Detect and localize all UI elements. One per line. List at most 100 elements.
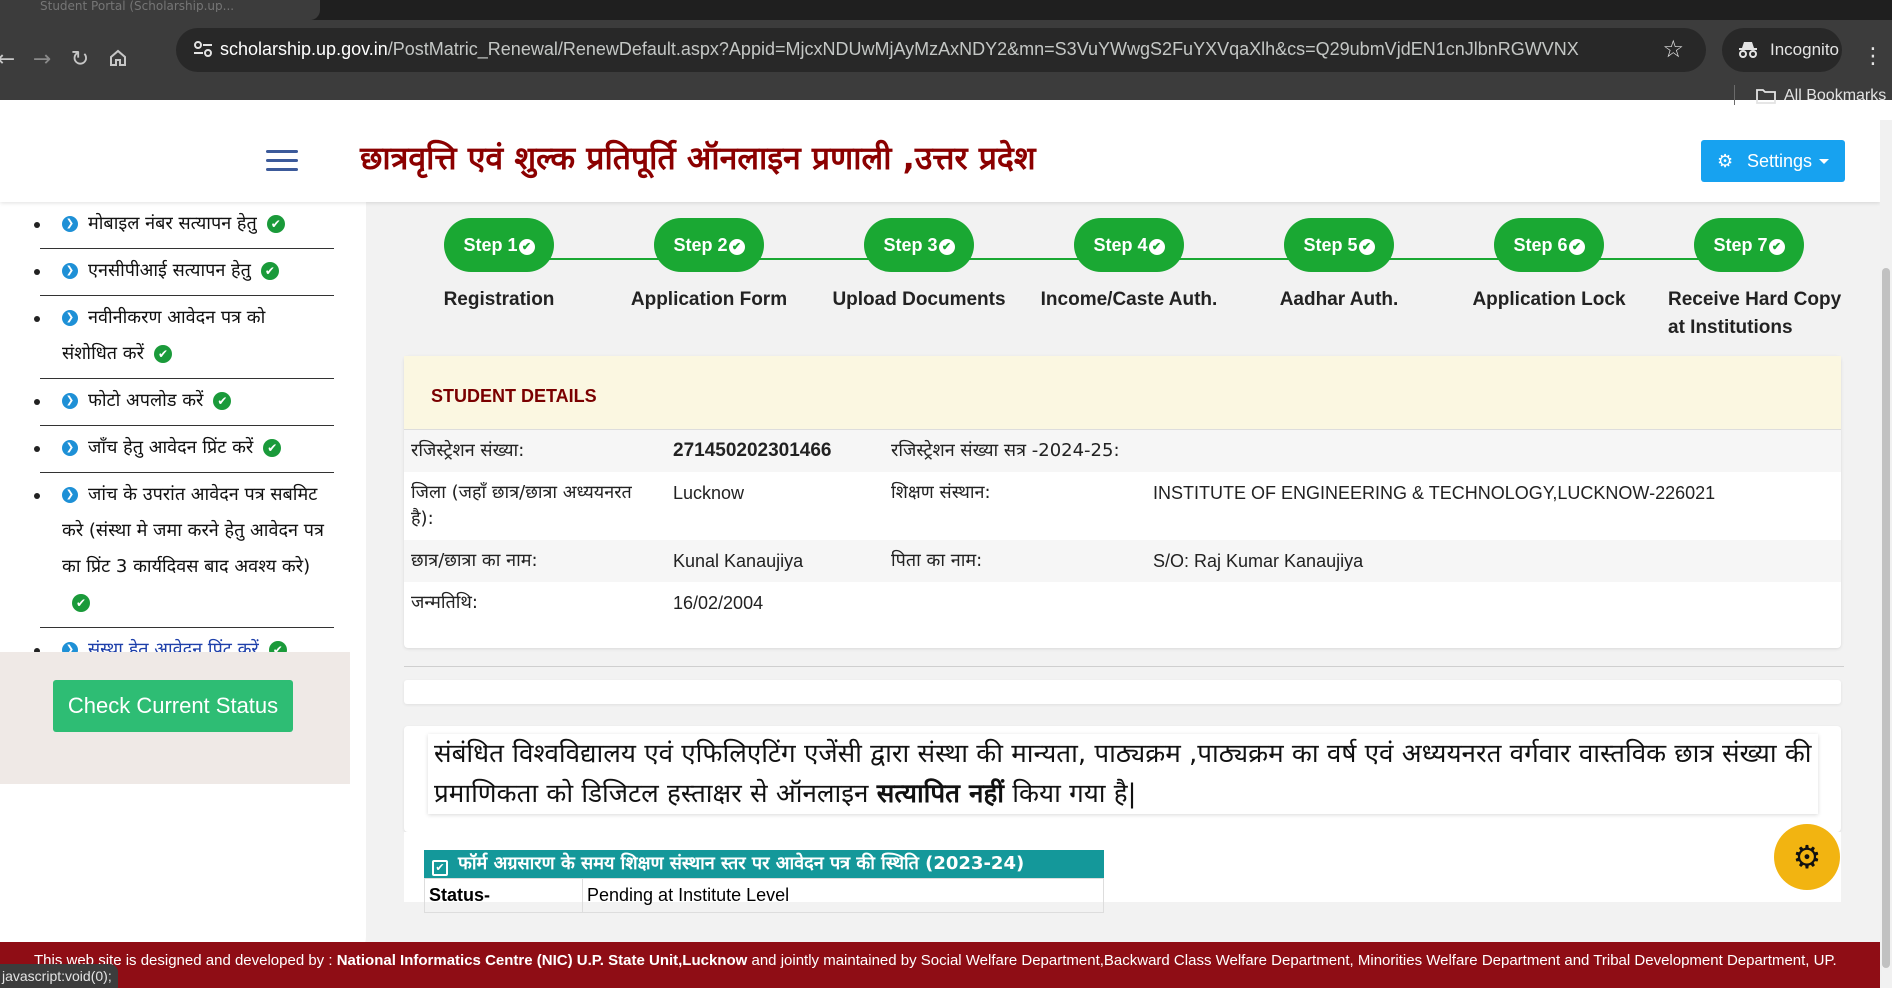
empty-card <box>404 680 1841 704</box>
father-name-value: S/O: Raj Kumar Kanaujiya <box>1153 551 1364 571</box>
student-details-table: रजिस्ट्रेशन संख्या: 271450202301466 रजिस… <box>404 430 1841 624</box>
student-details-card: STUDENT DETAILS रजिस्ट्रेशन संख्या: 2714… <box>404 356 1841 648</box>
site-info-icon[interactable] <box>192 38 216 62</box>
table-row: रजिस्ट्रेशन संख्या: 271450202301466 रजिस… <box>404 430 1841 472</box>
sidebar-item-print-for-check[interactable]: ❯ जाँच हेतु आवेदन प्रिंट करें ✔ <box>34 426 334 473</box>
url-text: scholarship.up.gov.in/PostMatric_Renewal… <box>220 39 1579 59</box>
check-icon: ✔ <box>1148 239 1165 255</box>
check-icon: ✔ <box>518 239 535 255</box>
form-status-heading: ✔ फॉर्म अग्रसारण के समय शिक्षण संस्थान स्… <box>424 850 1104 878</box>
gear-icon: ⚙ <box>1717 151 1734 171</box>
step-pill: Step 1 ✔ <box>444 218 554 272</box>
verification-notice-card: संबंधित विश्वविद्यालय एवं एफिलिएटिंग एजे… <box>404 726 1841 832</box>
step-label: Registration <box>443 289 555 310</box>
step-pill: Step 7 ✔ <box>1694 218 1804 272</box>
step-7: Step 7 ✔ Receive Hard Copy at Institution… <box>1644 218 1854 342</box>
step-pill: Step 3 ✔ <box>864 218 974 272</box>
father-name-label: पिता का नाम: <box>891 550 983 571</box>
table-row: छात्र/छात्रा का नाम: Kunal Kanaujiya पित… <box>404 540 1841 582</box>
chevron-right-icon: ❯ <box>62 310 78 326</box>
check-circle-icon: ✔ <box>213 392 232 410</box>
verification-notice: संबंधित विश्वविद्यालय एवं एफिलिएटिंग एजे… <box>428 734 1818 814</box>
folder-icon <box>1756 89 1776 104</box>
status-label: Status- <box>424 878 583 913</box>
reg-no-value: 271450202301466 <box>673 440 832 461</box>
check-icon: ✔ <box>1568 239 1585 255</box>
student-name-label: छात्र/छात्रा का नाम: <box>411 550 538 571</box>
tab-strip: Student Portal (Scholarship.up... <box>0 0 1892 20</box>
browser-toolbar: ← → ↻ scholarship.up.gov.in/PostMatric_R… <box>0 20 1892 100</box>
browser-status-bar: javascript:void(0); <box>0 964 118 988</box>
step-1: Step 1 ✔ Registration <box>394 218 604 314</box>
incognito-icon <box>1739 42 1757 58</box>
step-label: Application Lock <box>1472 289 1626 310</box>
chevron-right-icon: ❯ <box>62 263 78 279</box>
check-icon: ✔ <box>938 239 955 255</box>
form-status-table: Status- Pending at Institute Level <box>424 878 1104 913</box>
table-row: Status- Pending at Institute Level <box>424 878 1104 913</box>
check-circle-icon: ✔ <box>72 594 90 612</box>
step-label: Receive Hard Copy at Institutions <box>1668 289 1842 338</box>
dob-label: जन्मतिथि: <box>411 592 478 613</box>
divider <box>404 666 1844 667</box>
table-row: जिला (जहाँ छात्र/छात्रा अध्ययनरत है): Lu… <box>404 472 1841 540</box>
step-label: Application Form <box>630 289 788 310</box>
step-label: Upload Documents <box>832 289 1006 310</box>
home-icon[interactable] <box>106 48 130 72</box>
check-icon: ✔ <box>1358 239 1375 255</box>
incognito-label: Incognito <box>1770 40 1839 59</box>
check-icon: ✔ <box>1768 239 1785 255</box>
checkbox-icon: ✔ <box>432 860 448 876</box>
step-3: Step 3 ✔ Upload Documents <box>814 218 1024 314</box>
check-circle-icon: ✔ <box>266 215 285 233</box>
chevron-right-icon: ❯ <box>62 487 78 503</box>
hamburger-icon[interactable] <box>266 150 298 172</box>
settings-label: Settings <box>1747 151 1813 171</box>
step-5: Step 5 ✔ Aadhar Auth. <box>1234 218 1444 314</box>
menu-icon[interactable]: ⋮ <box>1862 46 1884 68</box>
step-2: Step 2 ✔ Application Form <box>604 218 814 314</box>
chevron-right-icon: ❯ <box>62 440 78 456</box>
sidebar-item-upload-photo[interactable]: ❯ फोटो अपलोड करें ✔ <box>34 379 334 426</box>
browser-tab[interactable]: Student Portal (Scholarship.up... <box>0 0 320 20</box>
district-label: जिला (जहाँ छात्र/छात्रा अध्ययनरत है): <box>411 482 632 529</box>
site-footer: This web site is designed and developed … <box>0 942 1880 988</box>
sidebar-menu: ❯ मोबाइल नंबर सत्यापन हेतु ✔ ❯ एनसीपीआई सत्… <box>34 202 334 675</box>
settings-button[interactable]: ⚙ Settings <box>1701 140 1845 182</box>
status-value: Pending at Institute Level <box>582 878 1104 913</box>
district-value: Lucknow <box>673 483 745 503</box>
step-6: Step 6 ✔ Application Lock <box>1444 218 1654 314</box>
step-4: Step 4 ✔ Income/Caste Auth. <box>1024 218 1234 314</box>
forward-icon[interactable]: → <box>30 48 54 72</box>
all-bookmarks[interactable]: All Bookmarks <box>1756 84 1886 108</box>
step-pill: Step 6 ✔ <box>1494 218 1604 272</box>
bookmarks-label: All Bookmarks <box>1784 87 1887 104</box>
incognito-indicator[interactable]: Incognito <box>1722 28 1842 72</box>
scrollbar[interactable] <box>1880 120 1892 988</box>
back-icon[interactable]: ← <box>0 48 18 72</box>
sidebar: ❯ मोबाइल नंबर सत्यापन हेतु ✔ ❯ एनसीपीआई सत्… <box>0 202 366 962</box>
gear-icon[interactable]: ⚙ <box>1774 824 1840 890</box>
sidebar-item-mobile-verification[interactable]: ❯ मोबाइल नंबर सत्यापन हेतु ✔ <box>34 202 334 249</box>
step-pill: Step 5 ✔ <box>1284 218 1394 272</box>
reload-icon[interactable]: ↻ <box>68 48 92 72</box>
reg-session-label: रजिस्ट्रेशन संख्या सत्र -2024-25: <box>891 440 1120 461</box>
step-label: Aadhar Auth. <box>1279 289 1399 310</box>
step-label: Income/Caste Auth. <box>1040 289 1218 310</box>
scroll-thumb[interactable] <box>1882 268 1890 968</box>
student-details-heading: STUDENT DETAILS <box>404 356 1841 430</box>
sidebar-item-submit-application[interactable]: ❯ जांच के उपरांत आवेदन पत्र सबमिट करे (सं… <box>34 473 334 628</box>
table-row: जन्मतिथि: 16/02/2004 <box>404 582 1841 624</box>
caret-down-icon <box>1819 159 1829 164</box>
sidebar-item-edit-renewal[interactable]: ❯ नवीनीकरण आवेदन पत्र को संशोधित करें ✔ <box>34 296 334 379</box>
check-circle-icon: ✔ <box>263 439 282 457</box>
sidebar-item-npci-verification[interactable]: ❯ एनसीपीआई सत्यापन हेतु ✔ <box>34 249 334 296</box>
star-icon[interactable]: ☆ <box>1662 36 1684 62</box>
check-current-status-button[interactable]: Check Current Status <box>53 680 293 732</box>
address-bar[interactable]: scholarship.up.gov.in/PostMatric_Renewal… <box>176 28 1706 72</box>
dob-value: 16/02/2004 <box>673 593 764 613</box>
chevron-right-icon: ❯ <box>62 216 78 232</box>
institute-label: शिक्षण संस्थान: <box>891 482 991 503</box>
progress-stepper: Step 1 ✔ Registration Step 2 ✔ Application… <box>404 202 1844 342</box>
check-circle-icon: ✔ <box>153 345 172 363</box>
